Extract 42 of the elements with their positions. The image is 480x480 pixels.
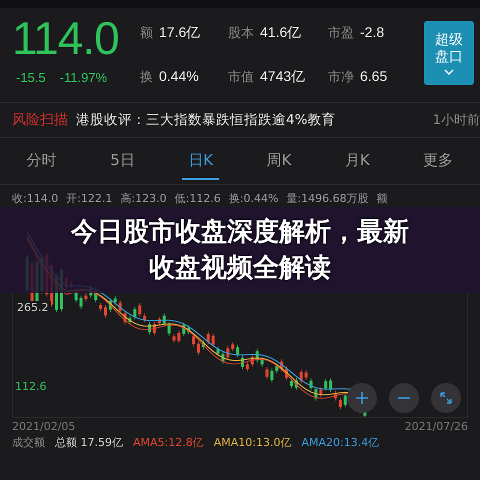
stat-label: 市盈 (328, 25, 354, 42)
stat-label: 市值 (228, 69, 254, 86)
stat-label: 额 (140, 25, 153, 42)
quote-field: 收:114.0 (12, 191, 58, 206)
news-time: 1小时前 (432, 112, 480, 129)
quote-field: 额 (376, 191, 388, 206)
volume-stat: AMA5:12.8亿 (133, 435, 204, 450)
stat-value: 17.6亿 (159, 24, 200, 42)
risk-scan-link[interactable]: 风险扫描 (12, 111, 68, 129)
stat-value: 0.44% (159, 68, 199, 86)
stat-value: 4743亿 (260, 68, 306, 86)
axis-label: 112.6 (15, 380, 46, 393)
percent-change: -11.97% (60, 70, 108, 85)
stat-label: 市净 (328, 69, 354, 86)
volume-stat: 总额 17.59亿 (55, 435, 123, 450)
stock-price: 114.0 (12, 14, 120, 62)
stat-value: 6.65 (360, 68, 388, 86)
quote-field: 量:1496.68万股 (286, 191, 369, 206)
news-headline[interactable]: 港股收评：三大指数暴跌恒指跌逾4%教育 (76, 111, 336, 129)
stat-value: -2.8 (360, 24, 384, 42)
super-order-book-button[interactable]: 超级盘口 (424, 21, 474, 85)
period-tab[interactable]: 月K (338, 142, 376, 180)
quote-field: 低:112.6 (174, 191, 221, 206)
period-tab[interactable]: 更多 (417, 142, 460, 180)
volume-stat: AMA20:13.4亿 (302, 435, 380, 450)
start-date: 2021/02/05 (12, 420, 76, 433)
end-date: 2021/07/26 (404, 420, 468, 433)
stat-label: 换 (140, 69, 153, 86)
period-tab[interactable]: 日K (182, 142, 220, 180)
axis-label: 265.2 (15, 301, 50, 314)
quote-field: 换:0.44% (228, 191, 278, 206)
volume-stat: 成交额 (12, 435, 45, 450)
period-tab[interactable]: 周K (260, 142, 298, 180)
volume-stat: AMA10:13.0亿 (214, 435, 292, 450)
price-change: -15.5 (16, 70, 46, 85)
stat-label: 股本 (228, 25, 254, 42)
quote-field: 高:123.0 (120, 191, 167, 206)
period-tab[interactable]: 5日 (104, 142, 141, 180)
stat-value: 41.6亿 (260, 24, 302, 42)
quote-field: 开:122.1 (66, 191, 112, 206)
article-title: 今日股市收盘深度解析，最新收盘视频全解读 (70, 216, 410, 285)
period-tab[interactable]: 分时 (20, 142, 63, 180)
